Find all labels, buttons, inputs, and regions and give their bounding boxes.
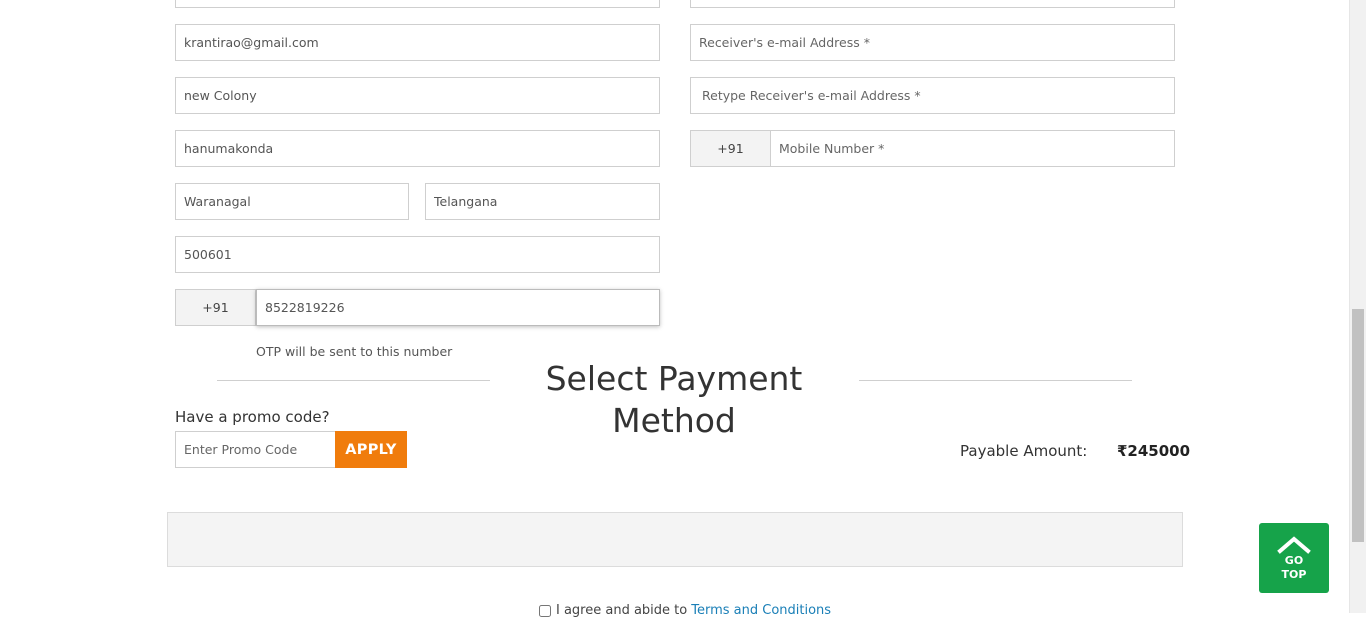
divider-left [217, 380, 490, 381]
terms-checkbox[interactable] [539, 604, 551, 617]
sender-address-field[interactable] [175, 77, 660, 114]
sender-city-field[interactable] [175, 183, 409, 220]
terms-link[interactable]: Terms and Conditions [691, 603, 831, 618]
scrollbar[interactable] [1349, 0, 1366, 613]
go-top-label-line2: TOP [1281, 568, 1307, 581]
receiver-field-top-partial[interactable] [690, 0, 1175, 8]
receiver-mobile-field[interactable] [770, 130, 1175, 167]
payable-label: Payable Amount: [960, 442, 1088, 460]
terms-text: I agree and abide to [556, 603, 688, 618]
promo-code-input[interactable] [175, 431, 336, 468]
sender-area-field[interactable] [175, 130, 660, 167]
sender-field-top-partial[interactable] [175, 0, 660, 8]
go-top-label-line1: GO [1284, 554, 1304, 567]
terms-row: I agree and abide to Terms and Condition… [539, 603, 831, 618]
sender-email-field[interactable] [175, 24, 660, 61]
payable-value: ₹245000 [1117, 442, 1191, 460]
receiver-email-field[interactable] [690, 24, 1175, 61]
otp-note: OTP will be sent to this number [256, 344, 453, 359]
divider-right [859, 380, 1132, 381]
scrollbar-thumb[interactable] [1352, 309, 1364, 542]
receiver-retype-email-field[interactable] [690, 77, 1175, 114]
sender-country-code: +91 [175, 289, 256, 326]
sender-mobile-field[interactable] [256, 289, 660, 326]
receiver-country-code: +91 [690, 130, 771, 167]
chevron-up-icon [1277, 536, 1311, 554]
sender-state-field[interactable] [425, 183, 660, 220]
sender-pincode-field[interactable] [175, 236, 660, 273]
payment-methods-box [167, 512, 1183, 567]
promo-label: Have a promo code? [175, 408, 330, 426]
payment-title: Select Payment Method [490, 358, 858, 442]
go-top-button[interactable]: GO TOP [1259, 523, 1329, 593]
apply-button[interactable]: APPLY [335, 431, 407, 468]
